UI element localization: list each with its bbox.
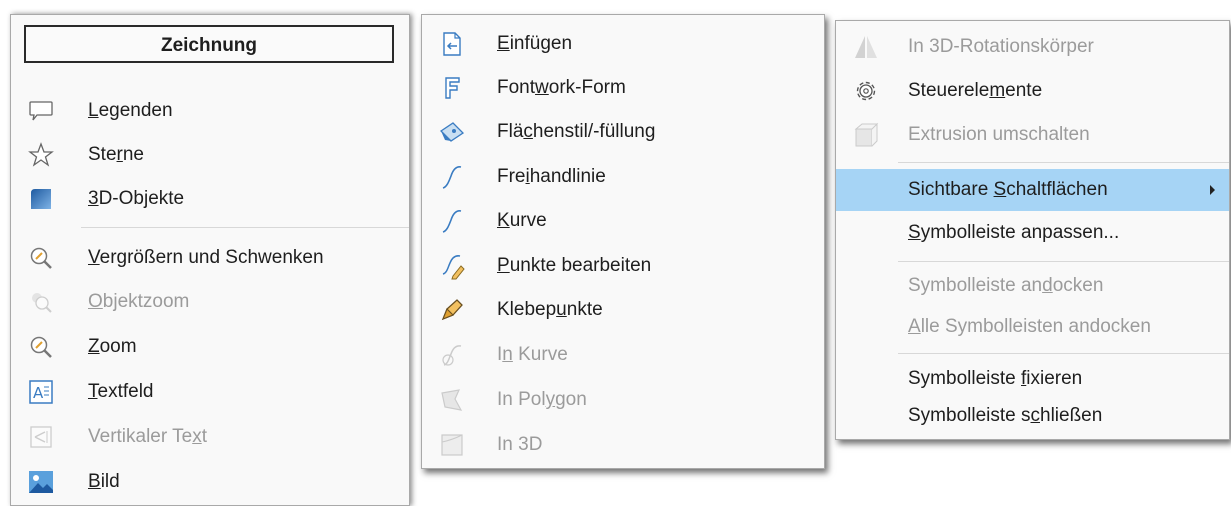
menu-item-symbolleiste-anpassen[interactable]: Symbolleiste anpassen... [836, 211, 1229, 255]
to-curve-icon [438, 341, 466, 369]
menu-item-sterne[interactable]: Sterne [11, 133, 409, 177]
zoom-pan-icon [27, 244, 55, 272]
menu-item-3d-rotationskoerper[interactable]: In 3D-Rotationskörper [836, 25, 1229, 69]
image-icon [27, 468, 55, 496]
menu-item-klebepunkte[interactable]: Klebepunkte [422, 288, 824, 332]
star-icon [27, 141, 55, 169]
menu-item-zoom[interactable]: Zoom [11, 325, 409, 369]
edit-points-icon [438, 252, 466, 280]
insert-shape-menu: Einfügen Fontwork-Form Flächenstil/-füll… [421, 14, 825, 469]
menu-item-punkte-bearbeiten[interactable]: Punkte bearbeiten [422, 244, 824, 288]
fontwork-icon [438, 74, 466, 102]
menu-item-alle-symbolleisten-andocken[interactable]: Alle Symbolleisten andocken [836, 305, 1229, 349]
object-zoom-icon [27, 288, 55, 316]
gear-icon [852, 77, 880, 105]
svg-text:A: A [33, 384, 44, 402]
menu-item-symbolleiste-schliessen[interactable]: Symbolleiste schließen [836, 394, 1229, 438]
menu-header-zeichnung: Zeichnung [24, 25, 394, 63]
menu-item-bild[interactable]: Bild [11, 460, 409, 504]
menu-item-einfuegen[interactable]: Einfügen [422, 22, 824, 66]
to-polygon-icon [438, 386, 466, 414]
glue-points-icon [438, 296, 466, 324]
vertical-text-icon [27, 423, 55, 451]
separator [898, 353, 1229, 354]
rotation-body-icon [852, 33, 880, 61]
separator [898, 261, 1229, 262]
menu-item-vertikaler-text[interactable]: Vertikaler Text [11, 415, 409, 459]
drawing-menu: Zeichnung Legenden Sterne 3D-Objekte Ver… [10, 14, 410, 506]
menu-item-in-kurve[interactable]: In Kurve [422, 333, 824, 377]
menu-item-fontwork-form[interactable]: Fontwork-Form [422, 66, 824, 110]
menu-item-objektzoom[interactable]: Objektzoom [11, 280, 409, 324]
3d-object-icon [27, 185, 55, 213]
menu-item-legenden[interactable]: Legenden [11, 89, 409, 133]
menu-item-vergroessern-schwenken[interactable]: Vergrößern und Schwenken [11, 236, 409, 280]
zoom-icon [27, 333, 55, 361]
area-fill-icon [438, 118, 466, 146]
submenu-arrow-icon [1210, 185, 1215, 195]
menu-item-kurve[interactable]: Kurve [422, 199, 824, 243]
menu-item-in-3d[interactable]: In 3D [422, 423, 824, 467]
menu-item-steuerelemente[interactable]: Steuerelemente [836, 69, 1229, 113]
menu-item-3d-objekte[interactable]: 3D-Objekte [11, 177, 409, 221]
insert-icon [438, 30, 466, 58]
curve-icon [438, 207, 466, 235]
callout-icon [27, 97, 55, 125]
menu-item-sichtbare-schaltflaechen[interactable]: Sichtbare Schaltflächen [836, 169, 1229, 211]
menu-item-textfeld[interactable]: A Textfeld [11, 370, 409, 414]
separator [898, 162, 1229, 163]
menu-item-in-polygon[interactable]: In Polygon [422, 378, 824, 422]
toolbar-context-menu: In 3D-Rotationskörper Steuerelemente Ext… [835, 20, 1230, 440]
freehand-line-icon [438, 163, 466, 191]
extrusion-icon [852, 121, 880, 149]
textbox-icon: A [27, 378, 55, 406]
to-3d-icon [438, 431, 466, 459]
menu-item-symbolleiste-andocken[interactable]: Symbolleiste andocken [836, 264, 1229, 308]
menu-item-extrusion-umschalten[interactable]: Extrusion umschalten [836, 113, 1229, 157]
separator [81, 227, 409, 228]
menu-item-freihandlinie[interactable]: Freihandlinie [422, 155, 824, 199]
menu-item-flaechenstil[interactable]: Flächenstil/-füllung [422, 110, 824, 154]
